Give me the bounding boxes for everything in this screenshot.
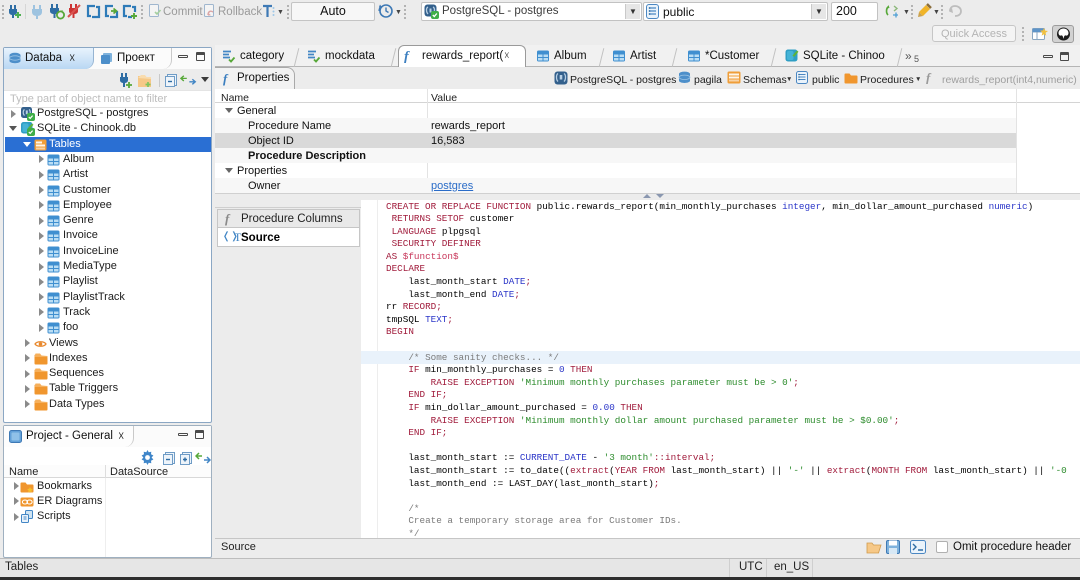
svg-text:f: f [404,50,410,64]
svg-text:f: f [926,71,932,84]
